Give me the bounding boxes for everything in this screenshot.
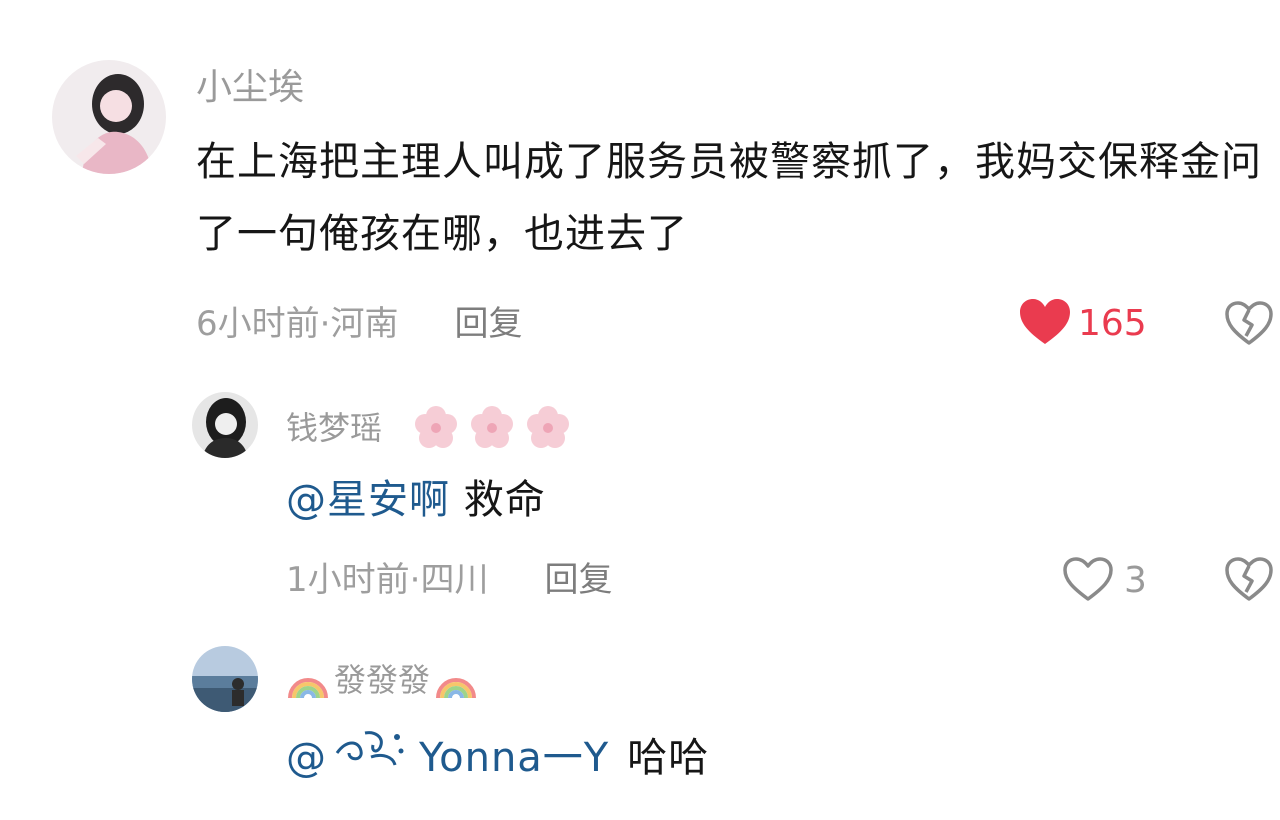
- sakura-icon: [524, 404, 572, 452]
- reply-reply-button[interactable]: 回复: [544, 563, 612, 597]
- reply-mention-name[interactable]: Yonna一Y: [419, 722, 609, 794]
- reply-like-button[interactable]: 3: [1062, 556, 1147, 606]
- reply-location: 四川: [420, 560, 489, 600]
- comment-username[interactable]: 小尘埃: [196, 70, 304, 106]
- reply-username[interactable]: 發發發: [334, 664, 430, 696]
- heart-outline-icon: [1062, 556, 1114, 606]
- reply-dislike-button[interactable]: [1224, 556, 1274, 606]
- reply-time: 1小时前: [286, 560, 410, 600]
- reply-text: 救命: [463, 477, 546, 523]
- meta-separator: ·: [409, 560, 421, 600]
- comment-like-count: 165: [1078, 303, 1147, 344]
- comment-text: 在上海把主理人叫成了服务员被警察抓了，我妈交保释金问了一句俺孩在哪，也进去了: [196, 139, 1262, 257]
- comment-reply-button[interactable]: 回复: [454, 307, 522, 341]
- swirl-icon: [331, 722, 409, 794]
- avatar-reply-1[interactable]: [192, 392, 258, 458]
- meta-separator: ·: [319, 304, 331, 344]
- heart-icon: [1018, 298, 1072, 350]
- sakura-icon: [468, 404, 516, 452]
- reply-mention[interactable]: @星安啊: [286, 477, 450, 523]
- reply-text-line: @星安啊 救命: [286, 464, 546, 536]
- avatar-main-comment[interactable]: [52, 60, 166, 174]
- broken-heart-icon: [1224, 300, 1274, 350]
- broken-heart-icon: [1224, 556, 1274, 606]
- reply-like-count: 3: [1124, 560, 1147, 601]
- comment-location: 河南: [330, 304, 399, 344]
- sakura-icon: [412, 404, 460, 452]
- comment-like-button[interactable]: 165: [1018, 298, 1147, 350]
- rainbow-icon: [286, 658, 330, 702]
- avatar-reply-2[interactable]: [192, 646, 258, 712]
- rainbow-icon: [434, 658, 478, 702]
- reply-mention-prefix[interactable]: @: [286, 722, 327, 794]
- comment-dislike-button[interactable]: [1224, 300, 1274, 350]
- reply-text: 哈哈: [627, 735, 710, 781]
- reply-username[interactable]: 钱梦瑶: [286, 412, 382, 444]
- reply-text-line: @ Yonna一Y 哈哈: [286, 722, 709, 794]
- comment-time: 6小时前: [196, 304, 320, 344]
